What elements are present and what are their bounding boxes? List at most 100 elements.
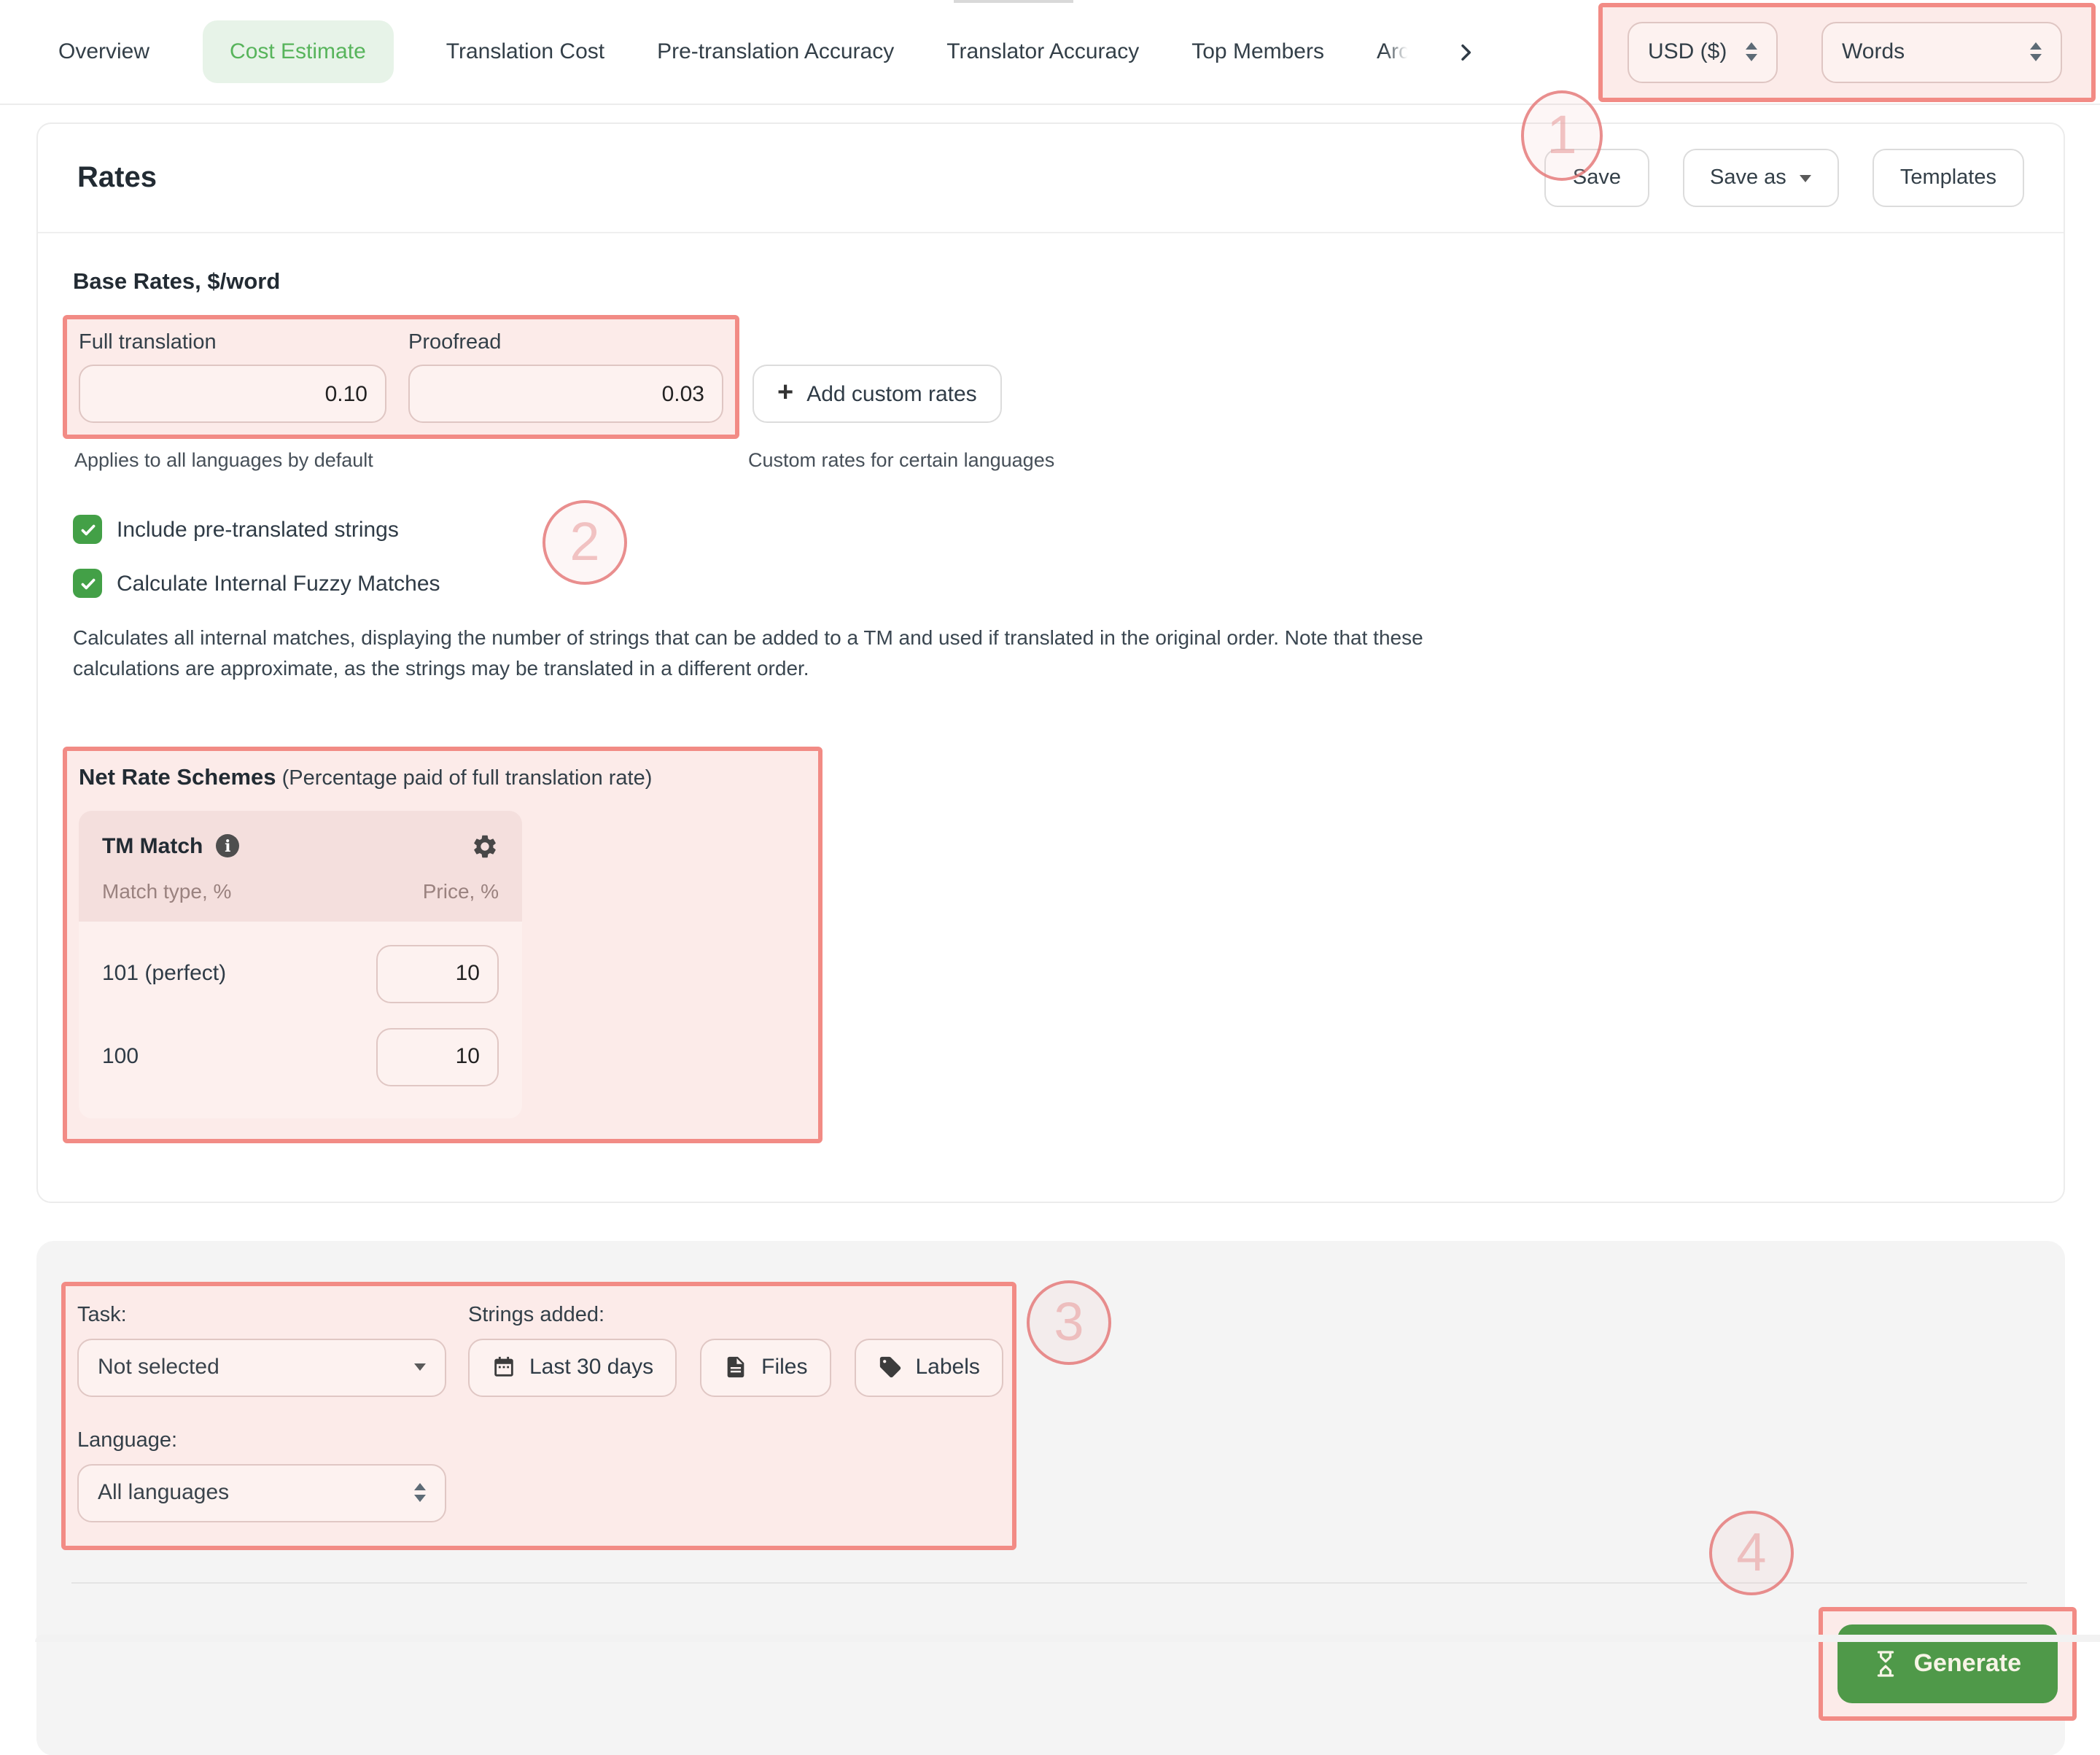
base-rates-row: Full translation Proofread + Add custom … [73, 315, 2023, 439]
unit-select-value: Words [1842, 39, 1905, 64]
checkbox-checked-icon [73, 515, 102, 544]
estimate-generator-panel: Task: Not selected Strings added: Last 3… [36, 1240, 2065, 1755]
checkbox-checked-icon [73, 569, 102, 598]
calculate-fuzzy-matches-label: Calculate Internal Fuzzy Matches [117, 571, 440, 596]
cost-estimate-page: Overview Cost Estimate Translation Cost … [0, 0, 2100, 1642]
tm-match-rows: 101 (perfect) 100 [79, 921, 522, 1118]
tm-match-header: TM Match Match type, % Price, % [79, 810, 522, 921]
rates-panel-body: Base Rates, $/word Full translation Proo… [38, 233, 2064, 1201]
tab-overview[interactable]: Overview [58, 39, 149, 64]
calendar-icon [491, 1355, 516, 1380]
net-rate-schemes-subtitle: (Percentage paid of full translation rat… [282, 766, 653, 790]
full-translation-field: Full translation [79, 331, 386, 423]
tag-icon [877, 1355, 902, 1380]
info-icon[interactable] [216, 834, 239, 857]
file-icon [723, 1355, 748, 1380]
proofread-field: Proofread [408, 331, 723, 423]
tabs-scroll-right-button[interactable] [1453, 40, 1477, 63]
tab-top-members[interactable]: Top Members [1191, 39, 1324, 64]
fuzzy-matches-description: Calculates all internal matches, display… [73, 623, 1444, 685]
annotation-highlight-net-rates: Net Rate Schemes (Percentage paid of ful… [63, 746, 822, 1143]
tm-match-card: TM Match Match type, % Price, % [79, 810, 522, 1118]
net-rate-schemes-heading: Net Rate Schemes (Percentage paid of ful… [79, 765, 652, 791]
tm-match-title: TM Match [102, 833, 203, 858]
tm-match-row-100: 100 [102, 1027, 499, 1086]
rates-panel: Rates Save Save as Templates Base Rates,… [36, 122, 2065, 1202]
tab-translation-cost[interactable]: Translation Cost [446, 39, 604, 64]
templates-button[interactable]: Templates [1872, 149, 2024, 207]
unfold-arrows-icon [414, 1483, 426, 1502]
caret-down-icon [414, 1363, 426, 1371]
tab-archive-truncated[interactable]: Arc [1377, 39, 1409, 64]
strings-added-label: Strings added: [468, 1303, 1003, 1326]
chevron-right-icon [1453, 40, 1477, 63]
gear-icon[interactable] [471, 832, 499, 860]
proofread-label: Proofread [408, 331, 723, 354]
strings-added-field: Strings added: Last 30 days Files Lab [468, 1303, 1003, 1396]
rates-panel-header: Rates Save Save as Templates [38, 124, 2064, 233]
custom-rates-note: Custom rates for certain languages [748, 449, 1054, 471]
unit-select[interactable]: Words [1821, 21, 2062, 82]
include-pretranslated-label: Include pre-translated strings [117, 517, 399, 542]
save-button[interactable]: Save [1545, 149, 1649, 207]
match-101-label: 101 (perfect) [102, 961, 226, 986]
labels-filter-label: Labels [915, 1355, 979, 1380]
annotation-highlight-base-rates: Full translation Proofread [63, 315, 739, 439]
language-select[interactable]: All languages [77, 1463, 446, 1522]
date-range-filter-button[interactable]: Last 30 days [468, 1338, 677, 1396]
annotation-highlight-generate: Generate [1819, 1606, 2077, 1720]
unfold-arrows-icon [2030, 42, 2042, 61]
task-select[interactable]: Not selected [77, 1338, 446, 1396]
add-custom-rates-button[interactable]: + Add custom rates [752, 365, 1002, 423]
analytics-tab-bar: Overview Cost Estimate Translation Cost … [0, 0, 2100, 105]
save-as-label: Save as [1710, 166, 1786, 190]
save-as-button[interactable]: Save as [1682, 149, 1839, 207]
include-pretranslated-checkbox[interactable]: Include pre-translated strings [73, 515, 2023, 544]
rate-notes: Applies to all languages by default Cust… [73, 449, 2023, 471]
annotation-highlight-step1: USD ($) Words [1598, 2, 2096, 101]
net-rate-schemes-section: Net Rate Schemes (Percentage paid of ful… [73, 746, 2023, 1143]
labels-filter-button[interactable]: Labels [854, 1338, 1003, 1396]
proofread-input[interactable] [408, 365, 723, 423]
full-translation-label: Full translation [79, 331, 386, 354]
tab-cost-estimate[interactable]: Cost Estimate [202, 20, 394, 83]
annotation-highlight-filters: Task: Not selected Strings added: Last 3… [61, 1281, 1016, 1549]
price-column-header: Price, % [423, 879, 499, 902]
match-100-price-input[interactable] [376, 1027, 499, 1086]
next-panel-edge [35, 1635, 2100, 1642]
match-type-column-header: Match type, % [102, 879, 231, 902]
generate-row: Generate [71, 1606, 2027, 1720]
calculate-fuzzy-matches-checkbox[interactable]: Calculate Internal Fuzzy Matches [73, 569, 2023, 598]
tab-translator-accuracy[interactable]: Translator Accuracy [946, 39, 1139, 64]
generate-label: Generate [1914, 1649, 2021, 1678]
tab-list: Overview Cost Estimate Translation Cost … [58, 20, 1477, 83]
task-select-value: Not selected [98, 1355, 219, 1380]
caret-down-icon [1800, 174, 1811, 182]
language-select-value: All languages [98, 1480, 229, 1505]
match-101-price-input[interactable] [376, 944, 499, 1003]
page-title: Rates [77, 161, 157, 195]
tab-pre-translation-accuracy[interactable]: Pre-translation Accuracy [657, 39, 894, 64]
tm-match-row-101: 101 (perfect) [102, 944, 499, 1003]
files-filter-label: Files [761, 1355, 807, 1380]
task-field: Task: Not selected [77, 1303, 446, 1396]
base-rates-heading: Base Rates, $/word [73, 270, 2023, 296]
rates-actions: Save Save as Templates [1545, 149, 2024, 207]
cutoff-element-top [954, 0, 1073, 3]
hourglass-icon [1875, 1649, 1898, 1678]
currency-select[interactable]: USD ($) [1628, 21, 1778, 82]
full-translation-input[interactable] [79, 365, 386, 423]
plus-icon: + [777, 378, 793, 406]
save-label: Save [1573, 166, 1621, 190]
language-label: Language: [77, 1428, 1003, 1452]
currency-select-value: USD ($) [1648, 39, 1727, 64]
templates-label: Templates [1900, 166, 1996, 190]
base-rates-note: Applies to all languages by default [74, 449, 738, 471]
match-100-label: 100 [102, 1044, 139, 1069]
language-field: Language: All languages [77, 1428, 1003, 1522]
date-range-filter-label: Last 30 days [529, 1355, 653, 1380]
files-filter-button[interactable]: Files [700, 1338, 831, 1396]
panel-divider [71, 1581, 2027, 1583]
unfold-arrows-icon [1746, 42, 1757, 61]
add-custom-rates-label: Add custom rates [806, 381, 976, 406]
